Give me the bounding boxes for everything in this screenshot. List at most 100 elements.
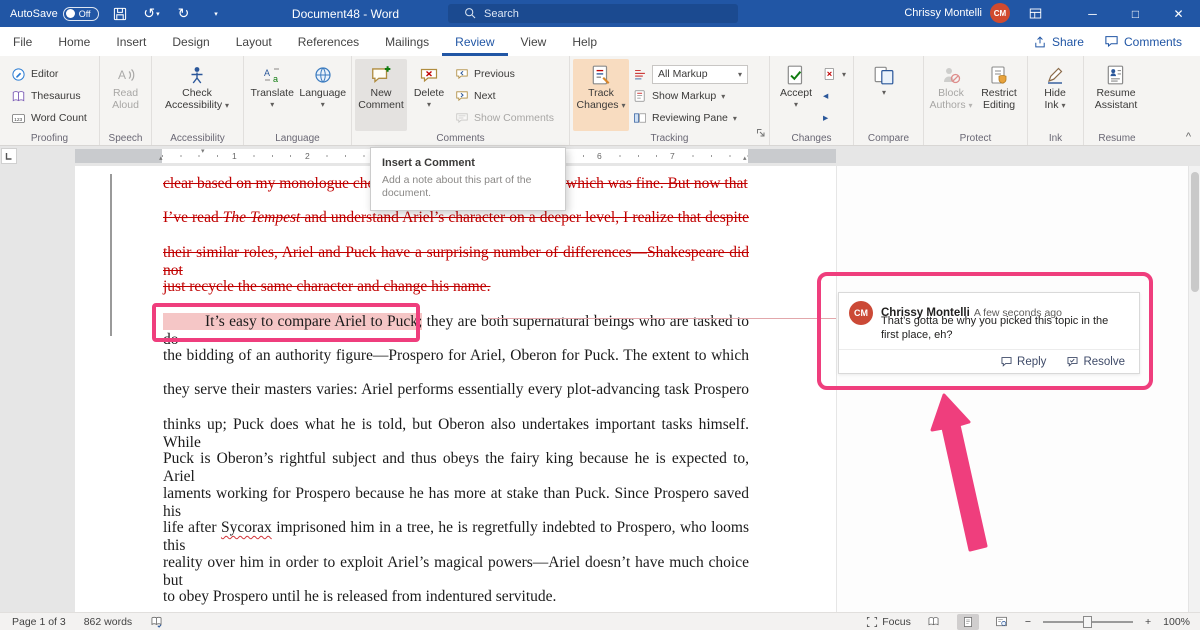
resume-assistant-button[interactable]: Resume Assistant bbox=[1087, 59, 1145, 131]
undo-button[interactable]: ↺▾ bbox=[141, 0, 163, 27]
reviewing-pane-button[interactable]: Reviewing Pane ▾ bbox=[629, 108, 752, 128]
body-text-line[interactable]: they serve their masters varies: Ariel p… bbox=[163, 381, 749, 403]
hide-ink-button[interactable]: Hide Ink ▾ bbox=[1031, 59, 1079, 131]
deleted-text-line[interactable]: their similar roles, Ariel and Puck have… bbox=[163, 244, 749, 266]
new-comment-icon bbox=[370, 62, 392, 88]
language-button[interactable]: Language ▾ bbox=[298, 59, 349, 131]
body-text-line[interactable]: laments working for Prospero because he … bbox=[163, 485, 749, 507]
reject-button[interactable]: ▾ bbox=[819, 64, 850, 84]
comment-bubble-icon bbox=[1104, 34, 1119, 49]
word-count-button[interactable]: 123 Word Count bbox=[7, 108, 91, 128]
restrict-editing-button[interactable]: Restrict Editing bbox=[975, 59, 1023, 131]
save-button[interactable] bbox=[109, 0, 131, 27]
first-line-indent-marker[interactable]: ▾ bbox=[201, 147, 205, 155]
zoom-out-button[interactable]: − bbox=[1025, 616, 1031, 628]
previous-comment-button[interactable]: Previous bbox=[451, 64, 558, 84]
translate-icon: Aa bbox=[262, 62, 282, 88]
zoom-in-button[interactable]: + bbox=[1145, 616, 1151, 628]
avatar[interactable]: CM bbox=[990, 3, 1010, 23]
tab-design[interactable]: Design bbox=[159, 27, 222, 56]
group-resume: Resume Assistant Resume bbox=[1084, 56, 1150, 145]
deleted-text-line[interactable]: just recycle the same character and chan… bbox=[163, 278, 749, 300]
vertical-scrollbar[interactable] bbox=[1188, 166, 1200, 612]
document-page[interactable]: clear based on my monologue cho which wa… bbox=[75, 166, 836, 612]
body-text-line[interactable]: the bidding of an authority figure—Prosp… bbox=[163, 347, 749, 369]
search-input[interactable]: Search bbox=[448, 4, 738, 23]
chevron-down-icon: ▾ bbox=[1061, 101, 1065, 110]
delete-comment-icon bbox=[419, 62, 439, 88]
comments-panel-button[interactable]: Comments bbox=[1104, 34, 1182, 49]
word-window: AutoSave Off ↺▾ ↻ ▾ Document48 - Word Se… bbox=[0, 0, 1200, 630]
focus-mode-button[interactable]: Focus bbox=[866, 616, 911, 628]
body-text-line[interactable]: Puck is Oberon’s rightful subject and th… bbox=[163, 450, 749, 472]
read-aloud-button[interactable]: A Read Aloud bbox=[103, 59, 148, 131]
web-layout-icon bbox=[995, 615, 1008, 628]
delete-comment-button[interactable]: Delete ▾ bbox=[407, 59, 451, 131]
next-comment-button[interactable]: Next bbox=[451, 86, 558, 106]
zoom-slider-handle[interactable] bbox=[1083, 616, 1092, 628]
tab-file[interactable]: File bbox=[0, 27, 45, 56]
compare-button[interactable]: ▾ bbox=[857, 59, 911, 131]
tab-home[interactable]: Home bbox=[45, 27, 103, 56]
collapse-ribbon-button[interactable]: ^ bbox=[1186, 131, 1191, 143]
reviewing-pane-icon bbox=[633, 111, 647, 125]
close-button[interactable]: ✕ bbox=[1157, 0, 1200, 27]
ribbon-display-options-button[interactable] bbox=[1020, 0, 1050, 27]
redo-button[interactable]: ↻ bbox=[173, 0, 195, 27]
tab-selector-button[interactable] bbox=[1, 148, 17, 164]
print-layout-icon bbox=[962, 616, 974, 628]
show-markup-button[interactable]: Show Markup ▾ bbox=[629, 86, 752, 106]
scrollbar-thumb[interactable] bbox=[1191, 172, 1199, 292]
zoom-level[interactable]: 100% bbox=[1163, 616, 1190, 628]
page-indicator[interactable]: Page 1 of 3 bbox=[12, 616, 66, 628]
translate-button[interactable]: Aa Translate ▾ bbox=[247, 59, 298, 131]
body-text-line[interactable]: to obey Prospero until he is released fr… bbox=[163, 588, 749, 610]
group-changes: Accept ▾ ▾ ◂ ▸ Changes bbox=[770, 56, 854, 145]
autosave-toggle[interactable]: AutoSave Off bbox=[10, 7, 99, 21]
body-text-line[interactable]: thinks up; Puck does what he is told, bu… bbox=[163, 416, 749, 438]
thesaurus-button[interactable]: Thesaurus bbox=[7, 86, 91, 106]
next-change-button[interactable]: ▸ bbox=[819, 108, 850, 128]
proofing-status-button[interactable] bbox=[150, 615, 163, 628]
body-text-line[interactable]: reality over him in order to exploit Ari… bbox=[163, 554, 749, 576]
quick-access-customize-button[interactable]: ▾ bbox=[205, 0, 227, 27]
minimize-button[interactable]: ─ bbox=[1071, 0, 1114, 27]
zoom-slider[interactable] bbox=[1043, 621, 1133, 623]
show-comments-button[interactable]: Show Comments bbox=[451, 108, 558, 128]
check-accessibility-button[interactable]: Check Accessibility ▾ bbox=[155, 59, 239, 131]
display-for-review-row: All Markup ▾ bbox=[629, 64, 752, 84]
tab-insert[interactable]: Insert bbox=[103, 27, 159, 56]
accept-button[interactable]: Accept ▾ bbox=[773, 59, 819, 131]
tab-layout[interactable]: Layout bbox=[223, 27, 285, 56]
deleted-text-line[interactable]: I’ve read The Tempest and understand Ari… bbox=[163, 209, 749, 231]
maximize-button[interactable]: □ bbox=[1114, 0, 1157, 27]
spelling-flagged-word[interactable]: Sycorax bbox=[221, 519, 272, 536]
new-comment-button[interactable]: New Comment bbox=[355, 59, 407, 131]
ribbon-review: Editor Thesaurus 123 Word Count Proofing… bbox=[0, 56, 1200, 146]
previous-change-button[interactable]: ◂ bbox=[819, 86, 850, 106]
body-text-line[interactable]: life after Sycorax imprisoned him in a t… bbox=[163, 519, 749, 541]
tab-references[interactable]: References bbox=[285, 27, 372, 56]
svg-text:a: a bbox=[273, 74, 278, 84]
word-count-indicator[interactable]: 862 words bbox=[84, 616, 132, 628]
restrict-editing-icon bbox=[989, 62, 1009, 88]
compare-icon bbox=[873, 62, 895, 88]
redo-icon: ↻ bbox=[178, 5, 190, 22]
chevron-down-icon: ▾ bbox=[321, 100, 325, 109]
tab-mailings[interactable]: Mailings bbox=[372, 27, 442, 56]
tab-review[interactable]: Review bbox=[442, 27, 507, 56]
right-indent-marker[interactable]: ▴ bbox=[743, 154, 747, 162]
left-indent-marker[interactable]: ▴ bbox=[159, 154, 163, 162]
share-button[interactable]: Share bbox=[1033, 35, 1084, 49]
tab-view[interactable]: View bbox=[508, 27, 560, 56]
track-changes-button[interactable]: Track Changes ▾ bbox=[573, 59, 629, 131]
web-layout-button[interactable] bbox=[991, 614, 1013, 630]
chevron-down-icon: ▾ bbox=[738, 70, 742, 79]
print-layout-button[interactable] bbox=[957, 614, 979, 630]
tab-help[interactable]: Help bbox=[559, 27, 610, 56]
all-markup-select[interactable]: All Markup ▾ bbox=[652, 65, 748, 84]
block-authors-button[interactable]: Block Authors ▾ bbox=[927, 59, 975, 131]
read-aloud-icon: A bbox=[116, 62, 136, 88]
editor-button[interactable]: Editor bbox=[7, 64, 91, 84]
read-mode-button[interactable] bbox=[923, 614, 945, 630]
